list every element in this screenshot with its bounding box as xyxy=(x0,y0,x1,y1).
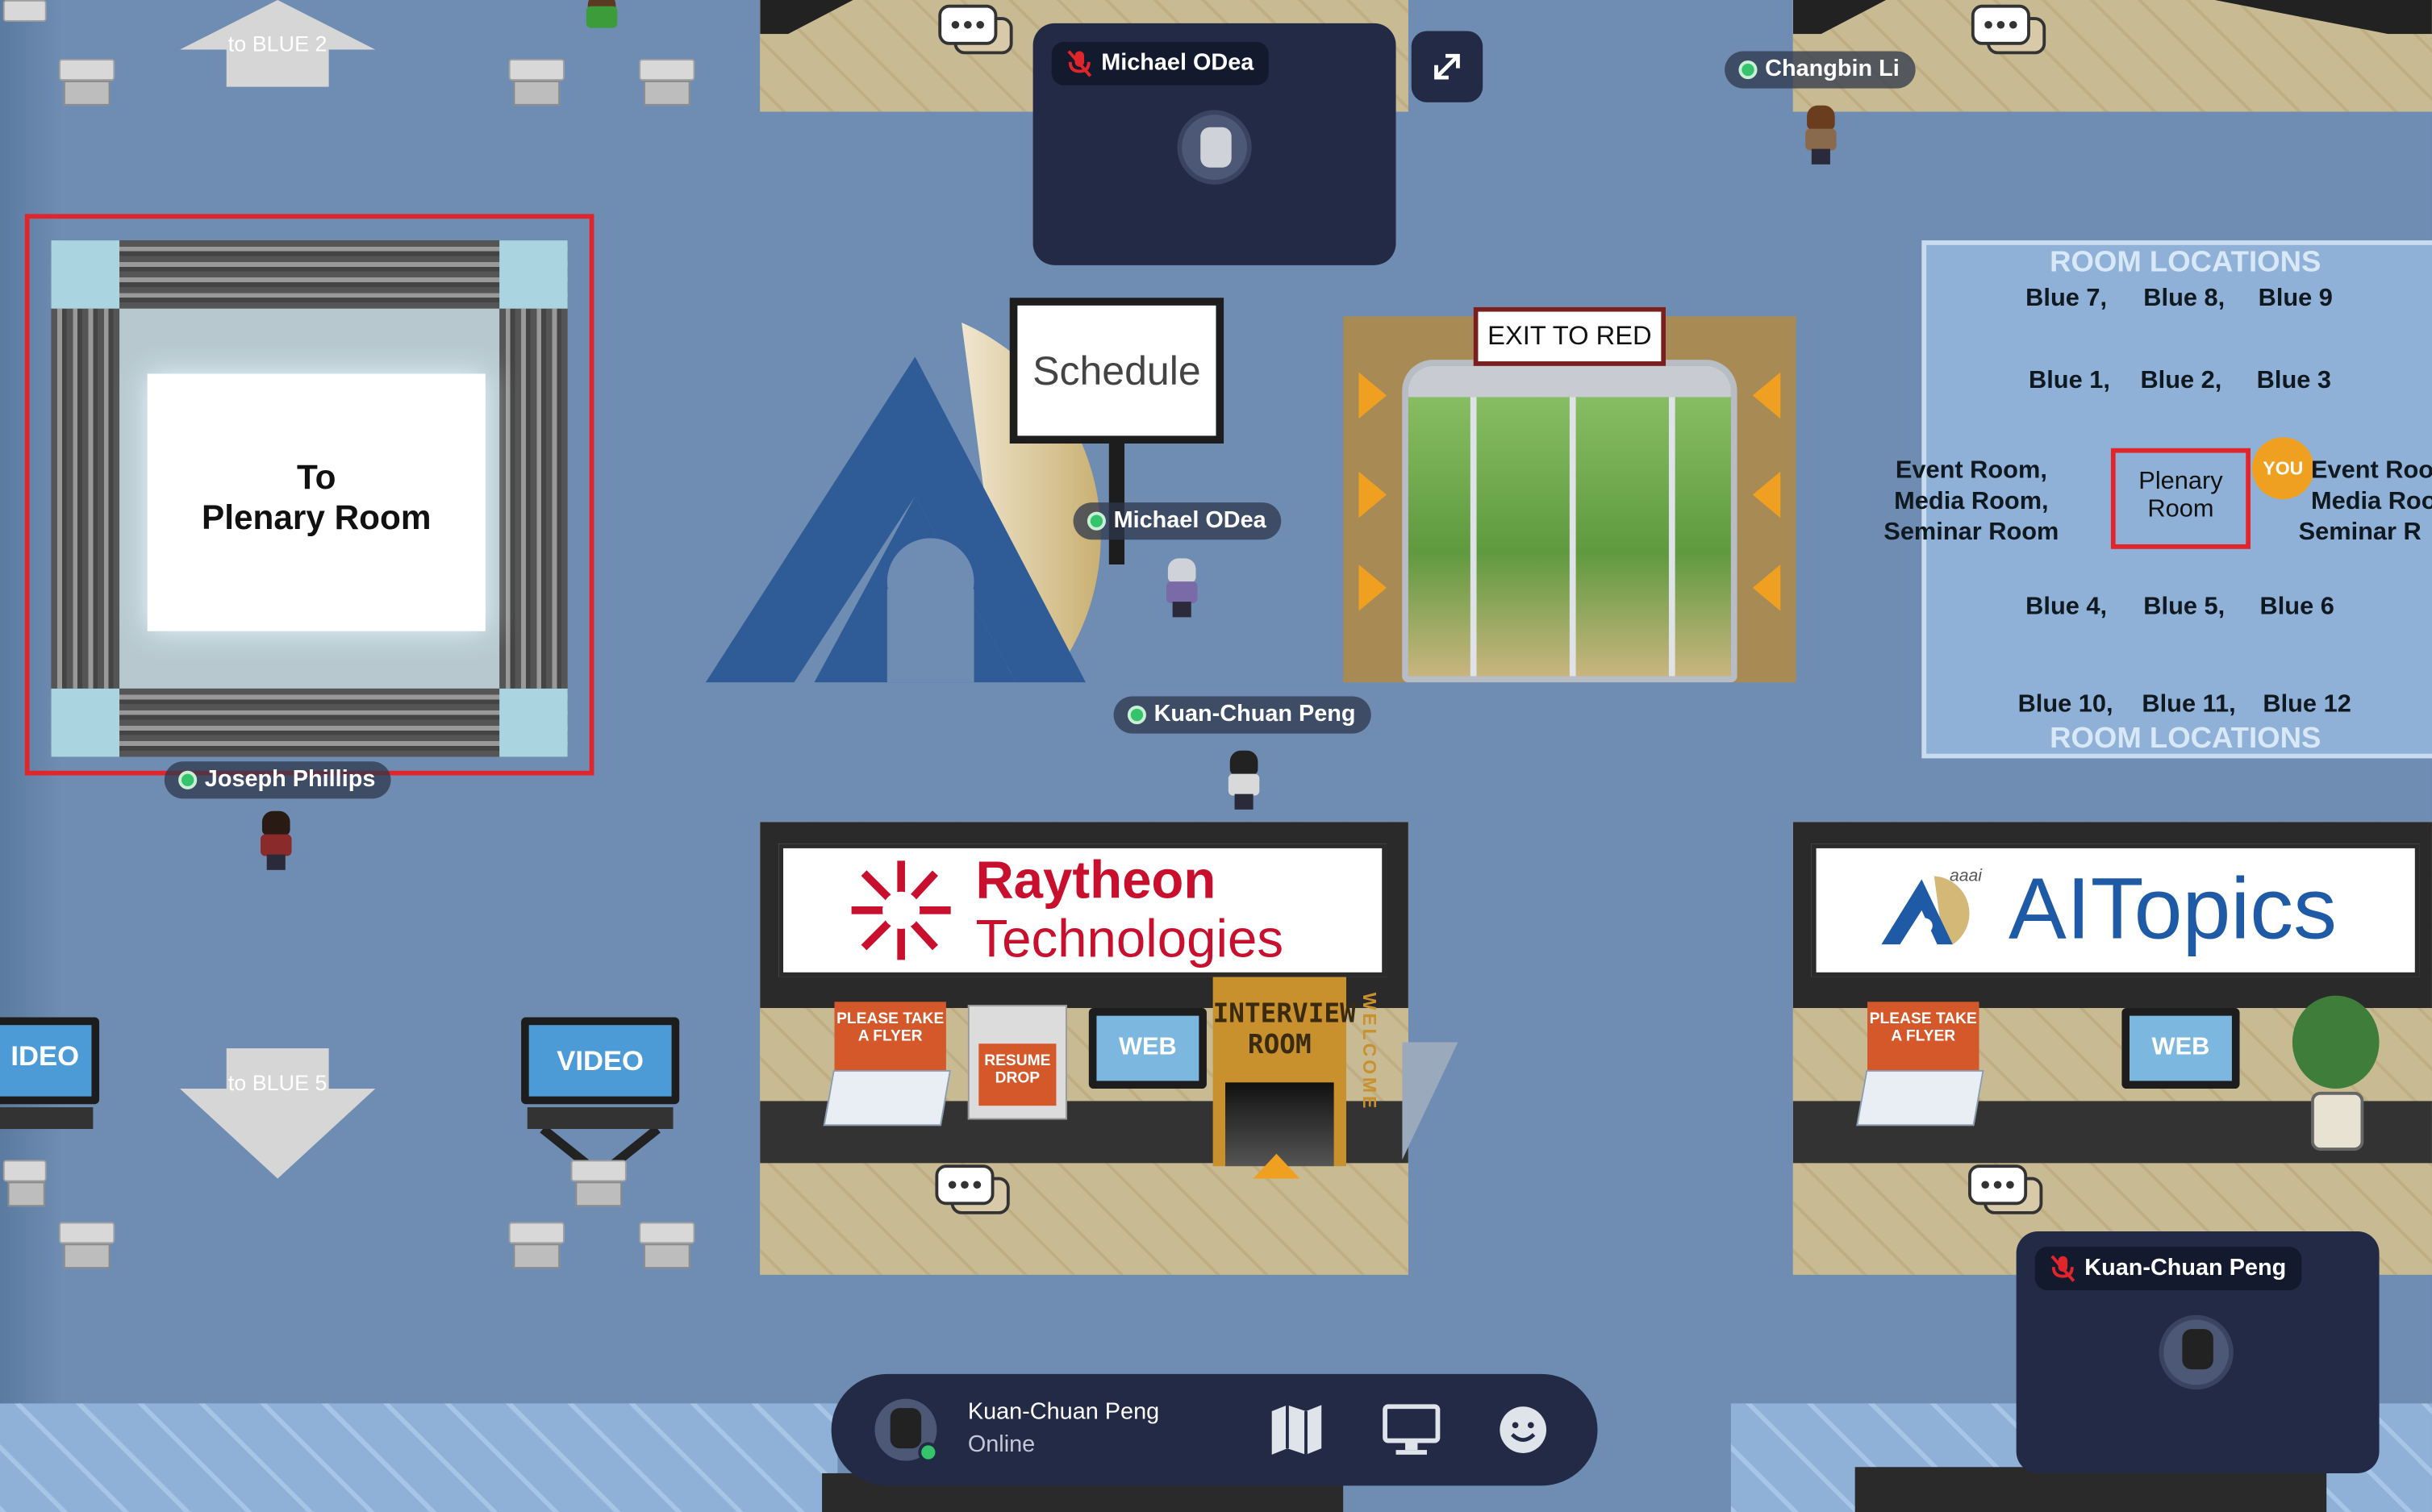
video-tile-name: Michael ODea xyxy=(1051,41,1270,85)
screen-share-icon[interactable] xyxy=(1380,1402,1442,1457)
map-room: Blue 7, xyxy=(2025,285,2108,312)
portal-sign: To Plenary Room xyxy=(147,373,486,631)
online-status-dot xyxy=(918,1442,939,1463)
map-room: Event Roo xyxy=(2310,457,2432,485)
map-current-room: Plenary Room xyxy=(2110,448,2251,549)
mic-muted-icon xyxy=(1067,50,1092,77)
portal-sign-line1: To xyxy=(296,457,336,497)
welcome-text: WELCOME xyxy=(1358,992,1381,1112)
player-label-michael: Michael ODea xyxy=(1073,502,1282,540)
map-room: Media Roo xyxy=(2310,488,2432,515)
video-tile-kuan[interactable]: Kuan-Chuan Peng xyxy=(2016,1231,2380,1473)
schedule-sign[interactable]: Schedule xyxy=(1009,298,1224,444)
map-room: Media Room, xyxy=(1894,488,2049,515)
emoji-icon[interactable] xyxy=(1495,1402,1551,1457)
player-avatar-michael[interactable] xyxy=(1163,558,1200,618)
video-monitor-left[interactable]: IDEO xyxy=(0,1017,100,1105)
map-room: Blue 4, xyxy=(2025,594,2108,621)
seat xyxy=(56,1222,118,1272)
game-map[interactable]: to BLUE 2 To Plenary Room Joseph Phillip… xyxy=(0,0,2432,1512)
map-room: Blue 11, xyxy=(2142,691,2236,719)
seat xyxy=(0,0,47,50)
interview-room-door[interactable]: INTERVIEW ROOM xyxy=(1212,977,1356,1167)
seat xyxy=(636,59,698,109)
map-room: Seminar R xyxy=(2298,519,2422,546)
player-avatar-joseph[interactable] xyxy=(257,810,294,870)
plenary-portal-highlight[interactable]: To Plenary Room xyxy=(24,214,594,776)
chat-bubble-icon[interactable] xyxy=(934,1163,1012,1225)
player-label-joseph: Joseph Phillips xyxy=(164,761,391,799)
map-room: Blue 10, xyxy=(2017,691,2113,719)
to-blue-5-label[interactable]: to BLUE 5 xyxy=(180,1070,375,1095)
chat-bubble-icon[interactable] xyxy=(937,3,1014,65)
web-monitor[interactable]: WEB xyxy=(1088,1008,1207,1089)
map-room: Seminar Room xyxy=(1883,519,2059,546)
map-icon[interactable] xyxy=(1266,1402,1328,1457)
portal-sign-line2: Plenary Room xyxy=(202,498,432,537)
aitopics-sign: aaai AITopics xyxy=(1811,843,2420,977)
seat xyxy=(56,59,118,109)
exit-sign: EXIT TO RED xyxy=(1473,306,1667,366)
player-avatar-changbin[interactable] xyxy=(1802,105,1839,165)
expand-icon xyxy=(1434,53,1460,80)
aitopics-brand: AITopics xyxy=(2009,859,2337,957)
chat-bubble-icon[interactable] xyxy=(1967,1163,2044,1225)
user-name: Kuan-Chuan Peng xyxy=(967,1398,1160,1426)
map-room: Blue 2, xyxy=(2140,367,2222,394)
raytheon-brand-line1: Raytheon xyxy=(975,851,1216,910)
video-tile-michael[interactable]: Michael ODea xyxy=(1032,23,1396,265)
video-monitor-right[interactable]: VIDEO xyxy=(521,1017,680,1105)
bottom-toolbar: Kuan-Chuan Peng Online xyxy=(831,1373,1598,1486)
raytheon-brand-line2: Technologies xyxy=(975,910,1284,969)
resume-box[interactable]: RESUME DROP xyxy=(967,1005,1067,1120)
map-header-bottom: ROOM LOCATIONS xyxy=(2050,723,2321,756)
schedule-sign-text: Schedule xyxy=(1017,305,1216,436)
you-marker: YOU xyxy=(2251,437,2314,500)
revolving-door-glass xyxy=(1402,360,1737,683)
expand-button[interactable] xyxy=(1411,31,1483,102)
mic-muted-icon xyxy=(2050,1255,2075,1282)
video-tile-avatar xyxy=(2159,1314,2234,1390)
video-tile-name: Kuan-Chuan Peng xyxy=(2034,1247,2302,1291)
player-avatar-kuan[interactable] xyxy=(1225,750,1262,810)
down-arrow-icon[interactable] xyxy=(180,1048,376,1179)
aitopics-booth[interactable]: aaai AITopics PLEASE TAKE A FLYER WEB xyxy=(1792,822,2432,1275)
exit-to-red-door[interactable]: EXIT TO RED xyxy=(1343,306,1796,683)
map-room: Blue 3 xyxy=(2256,367,2331,394)
chat-bubble-icon[interactable] xyxy=(1970,3,2047,65)
raytheon-sign: Raytheon Technologies xyxy=(778,843,1387,977)
seat xyxy=(636,1222,698,1272)
map-room: Blue 9 xyxy=(2258,285,2333,312)
user-status: Online xyxy=(967,1431,1036,1458)
player-avatar[interactable] xyxy=(583,0,620,59)
seat xyxy=(568,1160,630,1210)
map-room: Event Room, xyxy=(1895,457,2047,485)
plant-decoration xyxy=(2286,995,2385,1151)
room-locations-map[interactable]: ROOM LOCATIONS Blue 7, Blue 8, Blue 9 Bl… xyxy=(1883,240,2432,759)
map-room: Blue 6 xyxy=(2259,594,2334,621)
seat xyxy=(506,1222,568,1272)
map-room: Blue 5, xyxy=(2143,594,2226,621)
seat xyxy=(0,1160,47,1210)
player-label-kuan: Kuan-Chuan Peng xyxy=(1113,696,1371,734)
map-room: Blue 8, xyxy=(2143,285,2226,312)
user-avatar[interactable] xyxy=(874,1398,939,1463)
flyer-stack xyxy=(1856,1069,1984,1127)
to-blue-2-label[interactable]: to BLUE 2 xyxy=(180,31,375,56)
raytheon-logo-icon xyxy=(851,860,951,960)
web-monitor[interactable]: WEB xyxy=(2121,1008,2240,1089)
seat xyxy=(506,59,568,109)
portal-frame: To Plenary Room xyxy=(51,240,568,757)
flyer-stack xyxy=(823,1069,952,1127)
floor-grid xyxy=(0,1403,838,1512)
video-tile-avatar xyxy=(1177,110,1252,185)
player-label-changbin: Changbin Li xyxy=(1725,51,1915,89)
raytheon-booth[interactable]: Raytheon Technologies PLEASE TAKE A FLYE… xyxy=(760,822,1408,1275)
map-room: Blue 12 xyxy=(2263,691,2351,719)
map-room: Blue 1, xyxy=(2029,367,2110,394)
map-header-top: ROOM LOCATIONS xyxy=(2050,246,2321,280)
